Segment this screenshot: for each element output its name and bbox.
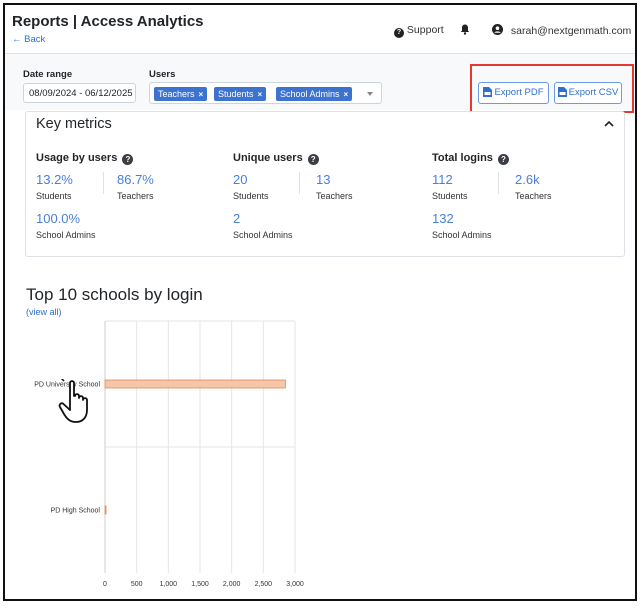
date-range-label: Date range (23, 69, 73, 80)
date-range-input[interactable]: 08/09/2024 - 06/12/2025 (23, 83, 136, 103)
chip-students[interactable]: Students × (214, 87, 267, 101)
x-tick-label: 1,500 (191, 581, 209, 588)
bar (104, 505, 107, 515)
remove-icon[interactable]: × (344, 90, 349, 99)
page-header: Reports | Access Analytics ← Back ? Supp… (5, 5, 635, 54)
logins-teachers-label: Teachers (515, 191, 552, 201)
key-metrics-title: Key metrics (36, 116, 112, 132)
chip-students-label: Students (218, 89, 254, 99)
support-link[interactable]: ? Support (394, 24, 444, 38)
chip-school-admins[interactable]: School Admins × (276, 87, 353, 101)
unique-teachers-value: 13 (316, 172, 331, 187)
help-icon[interactable]: ? (497, 154, 509, 165)
help-icon[interactable]: ? (307, 154, 319, 165)
x-tick-label: 1,000 (160, 581, 178, 588)
logins-admins-label: School Admins (432, 230, 492, 240)
remove-icon[interactable]: × (258, 90, 263, 99)
usage-admins-value: 100.0% (36, 211, 81, 226)
chevron-up-icon[interactable] (604, 120, 614, 127)
usage-teachers-label: Teachers (117, 191, 154, 201)
notifications-button[interactable] (460, 24, 470, 36)
divider (299, 172, 300, 194)
x-tick-label: 0 (103, 581, 107, 588)
unique-users-title: Unique users ? (233, 152, 319, 165)
user-menu[interactable]: sarah@nextgenmath.com (492, 24, 635, 37)
usage-students-label: Students (36, 191, 72, 201)
usage-admins-label: School Admins (36, 230, 96, 240)
usage-by-users-title: Usage by users ? (36, 152, 134, 165)
y-tick-label: PD High School (51, 508, 101, 515)
top-schools-title: Top 10 schools by login (26, 285, 203, 304)
unique-admins-value: 2 (233, 211, 241, 226)
usage-teachers-value: 86.7% (117, 172, 154, 187)
key-metrics-panel: Key metrics Usage by users ? 13.2% Stude… (25, 111, 625, 257)
app-window: Reports | Access Analytics ← Back ? Supp… (3, 3, 637, 601)
bar (104, 379, 286, 389)
user-icon (492, 24, 506, 37)
remove-icon[interactable]: × (199, 90, 204, 99)
chip-school-admins-label: School Admins (280, 89, 340, 99)
unique-students-value: 20 (233, 172, 248, 187)
x-tick-label: 500 (131, 581, 143, 588)
logins-teachers-value: 2.6k (515, 172, 540, 187)
unique-students-label: Students (233, 191, 269, 201)
x-tick-label: 2,500 (255, 581, 273, 588)
users-label: Users (149, 69, 176, 80)
unique-teachers-label: Teachers (316, 191, 353, 201)
chip-teachers-label: Teachers (158, 89, 195, 99)
chip-teachers[interactable]: Teachers × (154, 87, 208, 101)
help-icon[interactable]: ? (122, 154, 134, 165)
unique-admins-label: School Admins (233, 230, 293, 240)
page-title: Reports | Access Analytics (12, 13, 204, 30)
view-all-link[interactable]: (view all) (26, 307, 62, 317)
logins-students-label: Students (432, 191, 468, 201)
logins-students-value: 112 (432, 172, 453, 187)
x-tick-label: 2,000 (223, 581, 241, 588)
total-logins-title: Total logins ? (432, 152, 509, 165)
user-email: sarah@nextgenmath.com (510, 25, 632, 37)
question-icon: ? (394, 28, 404, 38)
divider (498, 172, 499, 194)
users-select[interactable]: Teachers × Students × School Admins × (149, 82, 382, 104)
chevron-down-icon[interactable] (367, 92, 373, 96)
hand-pointer-icon (58, 379, 88, 423)
logins-admins-value: 132 (432, 211, 454, 226)
x-tick-label: 3,000 (286, 581, 304, 588)
divider (103, 172, 104, 194)
support-label: Support (406, 24, 444, 36)
usage-students-value: 13.2% (36, 172, 73, 187)
bell-icon (460, 24, 470, 35)
back-link[interactable]: ← Back (12, 34, 45, 45)
export-highlight-box (470, 64, 634, 113)
